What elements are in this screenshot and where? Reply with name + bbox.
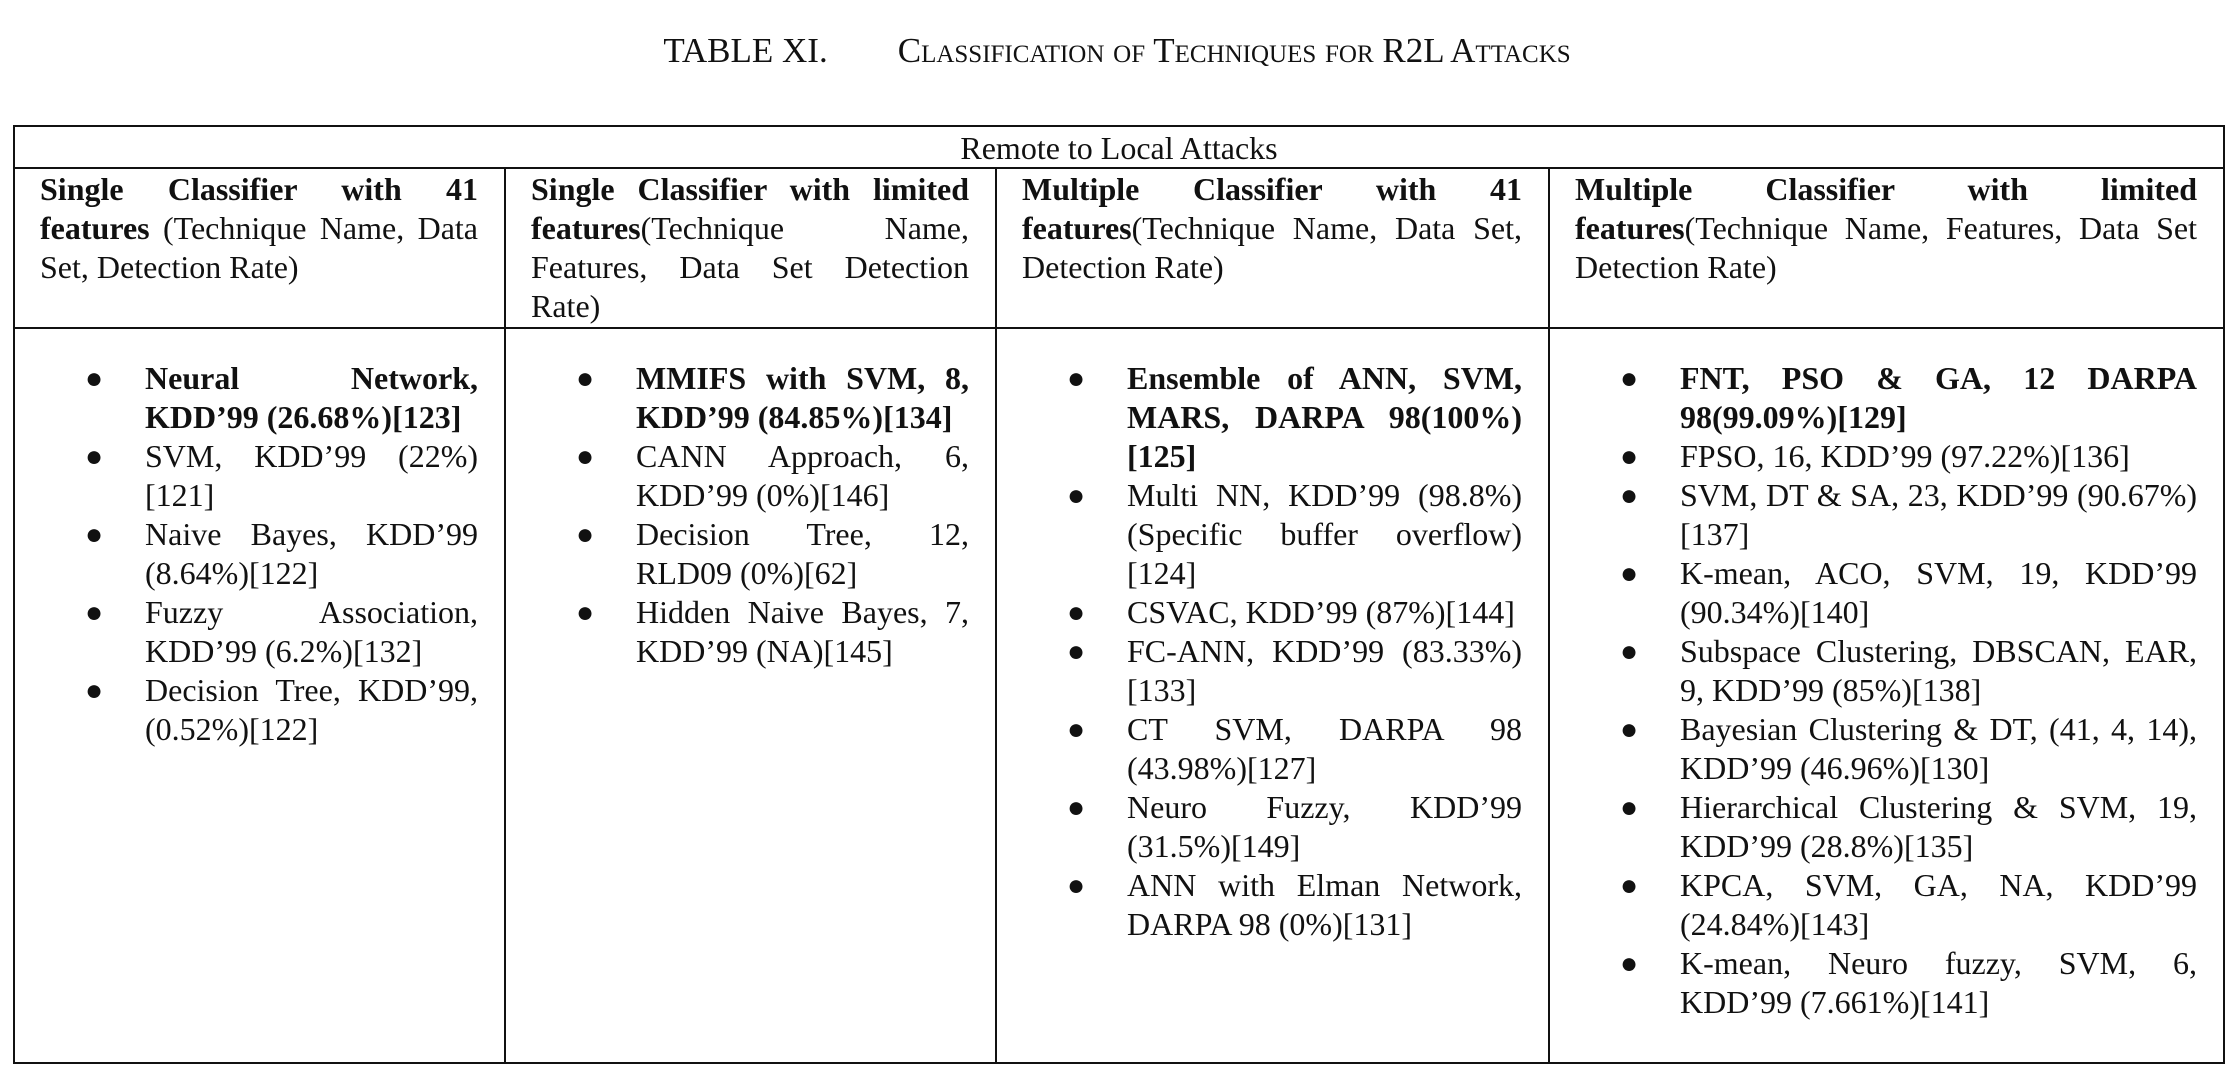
list-item: ● Naive Bayes, KDD’99 (8.64%)[122] (85, 516, 478, 591)
list-item: ● FPSO, 16, KDD’99 (97.22%)[136] (1620, 438, 2130, 474)
bullet-icon: ● (1620, 479, 1639, 512)
list-item: ● CANN Approach, 6, KDD’99 (0%)[146] (576, 438, 969, 513)
technique-cell: ● MMIFS with SVM, 8, KDD’99 (84.85%)[134]… (504, 327, 997, 1064)
list-item: ● FC-ANN, KDD’99 (83.33%)[133] (1067, 633, 1522, 708)
list-item: ● KPCA, SVM, GA, NA, KDD’99 (24.84%)[143] (1620, 867, 2197, 942)
span-header: Remote to Local Attacks (13, 125, 2225, 169)
list-item: ● Bayesian Clustering & DT, (41, 4, 14), … (1620, 711, 2197, 786)
bullet-icon: ● (1067, 479, 1086, 512)
list-item: ● Hierarchical Clustering & SVM, 19, KDD’… (1620, 789, 2197, 864)
bullet-icon: ● (576, 440, 595, 473)
technique-cell: ● Neural Network, KDD’99 (26.68%)[123] ● S… (13, 327, 506, 1064)
column-header: Multiple Classifier with 41 features(Tec… (995, 167, 1550, 329)
list-item: ● Ensemble of ANN, SVM, MARS, DARPA 98(10… (1067, 360, 1522, 474)
bullet-icon: ● (85, 440, 104, 473)
bullet-icon: ● (576, 596, 595, 629)
list-item: ● Neural Network, KDD’99 (26.68%)[123] (85, 360, 478, 435)
list-item: ● CSVAC, KDD’99 (87%)[144] (1067, 594, 1515, 630)
bullet-icon: ● (1620, 947, 1639, 980)
bullet-icon: ● (1620, 557, 1639, 590)
bullet-icon: ● (1067, 869, 1086, 902)
list-item: ● CT SVM, DARPA 98 (43.98%)[127] (1067, 711, 1522, 786)
list-item: ● SVM, DT & SA, 23, KDD’99 (90.67%)[137] (1620, 477, 2197, 552)
list-item: ● Decision Tree, 12, RLD09 (0%)[62] (576, 516, 969, 591)
list-item: ● ANN with Elman Network, DARPA 98 (0%)[1… (1067, 867, 1522, 942)
bullet-icon: ● (1620, 362, 1639, 395)
bullet-icon: ● (1620, 791, 1639, 824)
bullet-icon: ● (1620, 713, 1639, 746)
list-item: ● Multi NN, KDD’99 (98.8%) (Specific buff… (1067, 477, 1522, 591)
technique-list: ● MMIFS with SVM, 8, KDD’99 (84.85%)[134]… (531, 359, 969, 671)
list-item: ● Neuro Fuzzy, KDD’99 (31.5%)[149] (1067, 789, 1522, 864)
column-header: Single Classifier with limited features(… (504, 167, 997, 329)
bullet-icon: ● (85, 596, 104, 629)
list-item: ● Subspace Clustering, DBSCAN, EAR, 9, KD… (1620, 633, 2197, 708)
bullet-icon: ● (1620, 635, 1639, 668)
bullet-icon: ● (1067, 362, 1086, 395)
bullet-icon: ● (1067, 791, 1086, 824)
bullet-icon: ● (1067, 596, 1086, 629)
table-number: TABLE XI. (663, 31, 828, 70)
bullet-icon: ● (85, 362, 104, 395)
table-caption: TABLE XI. Classification of Techniques fo… (0, 26, 2234, 76)
technique-cell: ● FNT, PSO & GA, 12 DARPA 98(99.09%)[129]… (1548, 327, 2225, 1064)
technique-cell: ● Ensemble of ANN, SVM, MARS, DARPA 98(10… (995, 327, 1550, 1064)
list-item: ● Hidden Naive Bayes, 7, KDD’99 (NA)[145] (576, 594, 969, 669)
bullet-icon: ● (85, 674, 104, 707)
table-title: Classification of Techniques for R2L Att… (897, 31, 1571, 70)
bullet-icon: ● (1620, 869, 1639, 902)
bullet-icon: ● (1620, 440, 1639, 473)
bullet-icon: ● (576, 362, 595, 395)
list-item: ● SVM, KDD’99 (22%)[121] (85, 438, 478, 513)
list-item: ● MMIFS with SVM, 8, KDD’99 (84.85%)[134] (576, 360, 969, 435)
bullet-icon: ● (1067, 635, 1086, 668)
technique-list: ● FNT, PSO & GA, 12 DARPA 98(99.09%)[129]… (1575, 359, 2197, 1022)
list-item: ● FNT, PSO & GA, 12 DARPA 98(99.09%)[129] (1620, 360, 2197, 435)
bullet-icon: ● (85, 518, 104, 551)
techniques-table: Remote to Local Attacks Single Classifie… (13, 125, 2225, 1064)
list-item: ● Fuzzy Association, KDD’99 (6.2%)[132] (85, 594, 478, 669)
column-header: Multiple Classifier with limited feature… (1548, 167, 2225, 329)
technique-list: ● Ensemble of ANN, SVM, MARS, DARPA 98(10… (1022, 359, 1522, 944)
list-item: ● Decision Tree, KDD’99, (0.52%)[122] (85, 672, 478, 747)
list-item: ● K-mean, Neuro fuzzy, SVM, 6, KDD’99 (7.… (1620, 945, 2197, 1020)
bullet-icon: ● (576, 518, 595, 551)
bullet-icon: ● (1067, 713, 1086, 746)
list-item: ● K-mean, ACO, SVM, 19, KDD’99 (90.34%)[1… (1620, 555, 2197, 630)
technique-list: ● Neural Network, KDD’99 (26.68%)[123] ● S… (40, 359, 478, 749)
column-header: Single Classifier with 41 features (Tech… (13, 167, 506, 329)
